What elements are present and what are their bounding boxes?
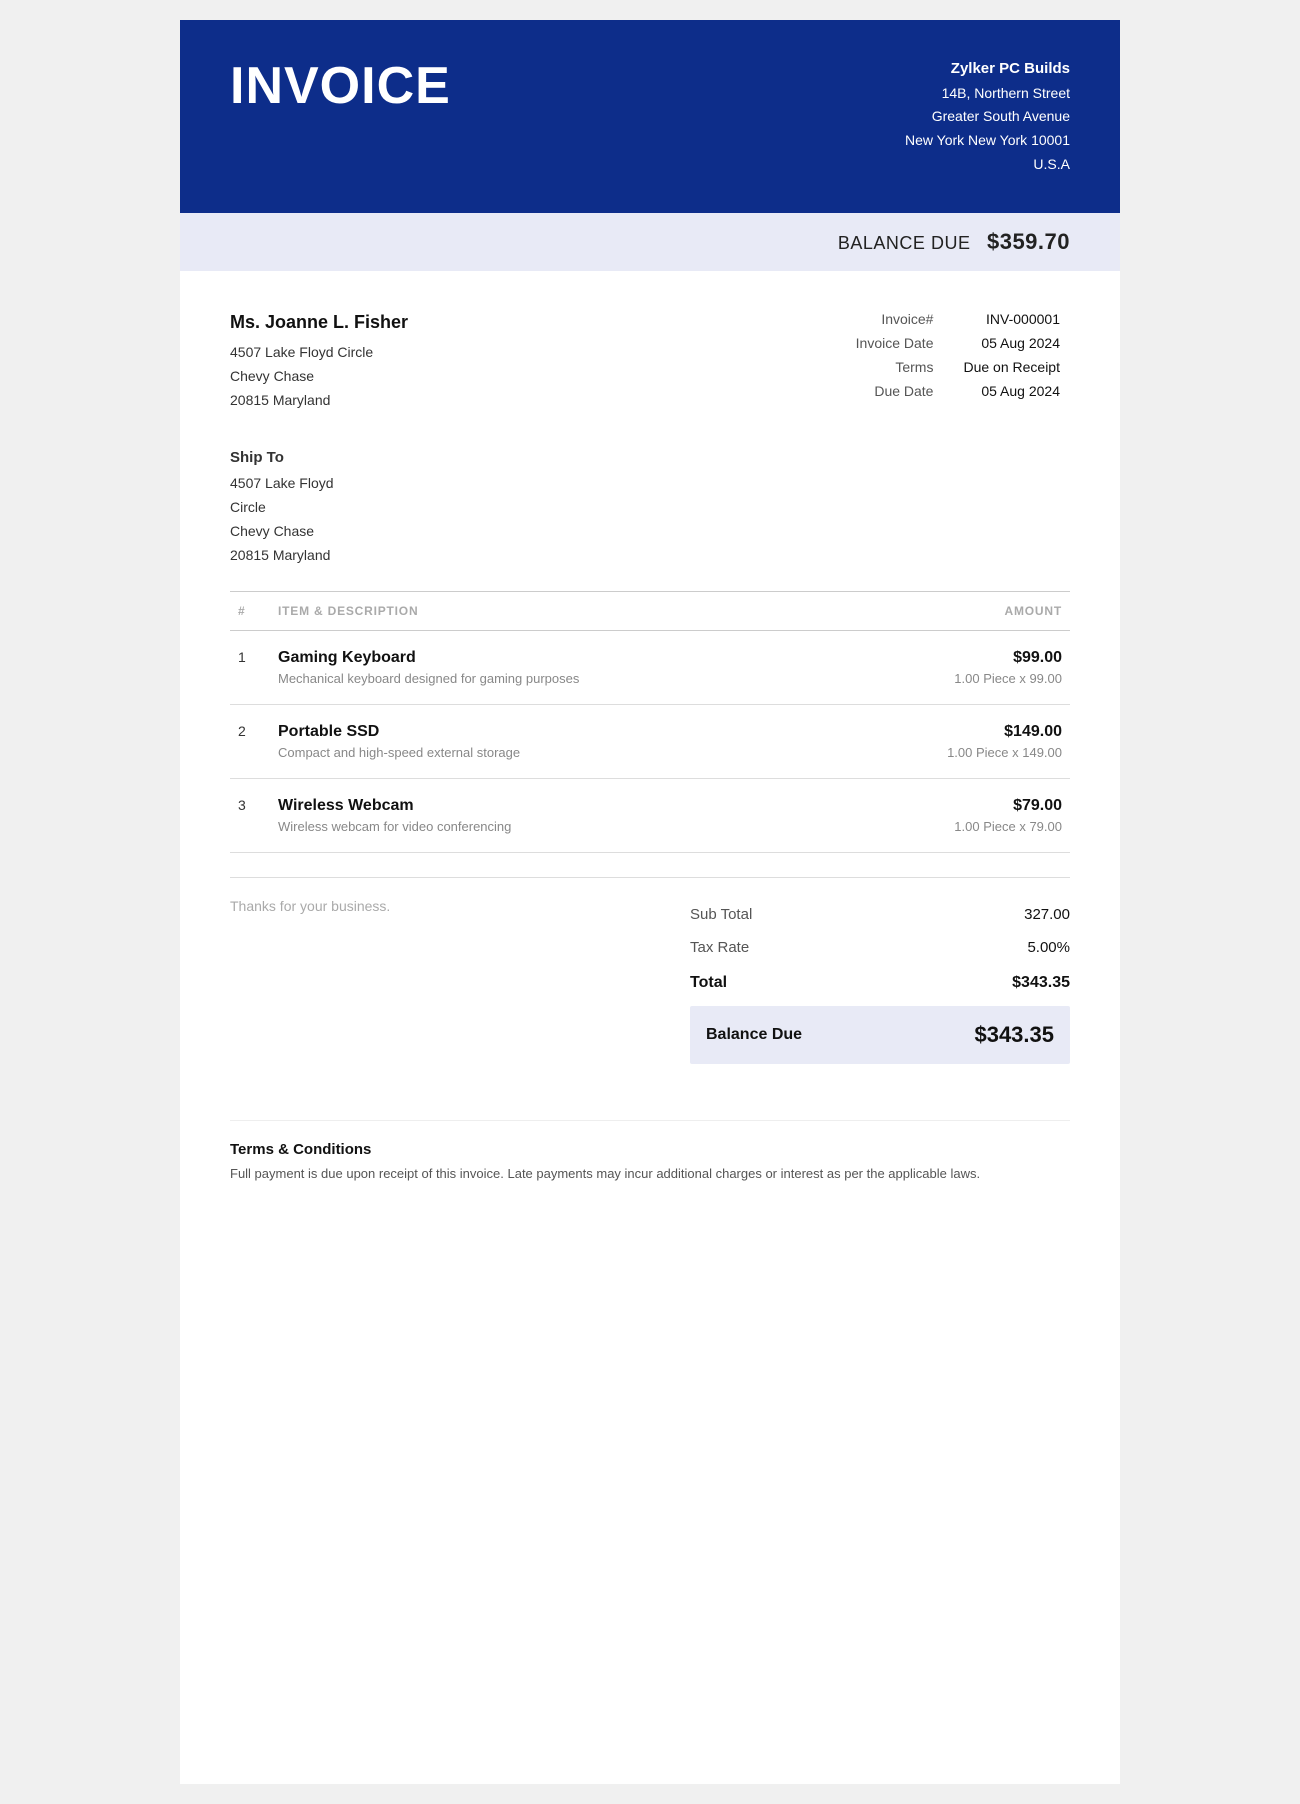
- terms-text: Full payment is due upon receipt of this…: [230, 1164, 1070, 1185]
- total-label: Total: [690, 974, 727, 992]
- balance-banner-label: BALANCE DUE: [838, 233, 971, 253]
- invoice-num-label: Invoice#: [846, 307, 954, 331]
- table-header-row: # ITEM & DESCRIPTION AMOUNT: [230, 592, 1070, 631]
- item-num-3: 3: [230, 779, 270, 853]
- balance-banner: BALANCE DUE $359.70: [180, 213, 1120, 271]
- item-amount-1: $99.00 1.00 Piece x 99.00: [890, 631, 1070, 705]
- items-table: # ITEM & DESCRIPTION AMOUNT 1 Gaming Key…: [230, 591, 1070, 853]
- item-calc-2: 1.00 Piece x 149.00: [898, 745, 1062, 760]
- invoice-date-label: Invoice Date: [846, 331, 954, 355]
- subtotal-label: Sub Total: [690, 906, 752, 923]
- item-price-3: $79.00: [898, 797, 1062, 815]
- billing-name: Ms. Joanne L. Fisher: [230, 307, 408, 338]
- tax-rate-label: Tax Rate: [690, 939, 749, 956]
- totals-section: Sub Total 327.00 Tax Rate 5.00% Total $3…: [690, 898, 1070, 1064]
- ship-to-address-3: Chevy Chase: [230, 520, 1070, 544]
- invoice-meta: Invoice# INV-000001 Invoice Date 05 Aug …: [846, 307, 1070, 413]
- item-amount-3: $79.00 1.00 Piece x 79.00: [890, 779, 1070, 853]
- col-header-num: #: [230, 592, 270, 631]
- col-header-amount: AMOUNT: [890, 592, 1070, 631]
- billing-address-2: Chevy Chase: [230, 365, 408, 389]
- total-row: Total $343.35: [690, 964, 1070, 1002]
- item-price-1: $99.00: [898, 649, 1062, 667]
- item-details-3: Wireless Webcam Wireless webcam for vide…: [270, 779, 890, 853]
- item-name-3: Wireless Webcam: [278, 797, 882, 815]
- item-desc-1: Mechanical keyboard designed for gaming …: [278, 671, 882, 686]
- col-header-item: ITEM & DESCRIPTION: [270, 592, 890, 631]
- balance-due-label: Balance Due: [706, 1026, 802, 1044]
- ship-to-address-4: 20815 Maryland: [230, 544, 1070, 568]
- terms-section: Terms & Conditions Full payment is due u…: [230, 1120, 1070, 1185]
- item-num-2: 2: [230, 705, 270, 779]
- company-address-3: New York New York 10001: [905, 129, 1070, 153]
- meta-terms-row: Terms Due on Receipt: [846, 355, 1070, 379]
- ship-to-label: Ship To: [230, 445, 1070, 471]
- item-amount-2: $149.00 1.00 Piece x 149.00: [890, 705, 1070, 779]
- table-row: 3 Wireless Webcam Wireless webcam for vi…: [230, 779, 1070, 853]
- balance-due-value: $343.35: [974, 1022, 1054, 1048]
- due-date-value: 05 Aug 2024: [953, 379, 1070, 403]
- item-name-1: Gaming Keyboard: [278, 649, 882, 667]
- company-address-4: U.S.A: [905, 153, 1070, 177]
- billing-address-1: 4507 Lake Floyd Circle: [230, 341, 408, 365]
- tax-row: Tax Rate 5.00%: [690, 931, 1070, 964]
- invoice-header: INVOICE Zylker PC Builds 14B, Northern S…: [180, 20, 1120, 213]
- table-row: 2 Portable SSD Compact and high-speed ex…: [230, 705, 1070, 779]
- terms-title: Terms & Conditions: [230, 1141, 1070, 1158]
- ship-to: Ship To 4507 Lake Floyd Circle Chevy Cha…: [230, 445, 1070, 568]
- balance-due-row: Balance Due $343.35: [690, 1006, 1070, 1064]
- thanks-note: Thanks for your business.: [230, 898, 390, 914]
- invoice-title: INVOICE: [230, 56, 451, 116]
- item-desc-2: Compact and high-speed external storage: [278, 745, 882, 760]
- terms-label: Terms: [846, 355, 954, 379]
- meta-due-date-row: Due Date 05 Aug 2024: [846, 379, 1070, 403]
- meta-invoice-date-row: Invoice Date 05 Aug 2024: [846, 331, 1070, 355]
- billing-info: Ms. Joanne L. Fisher 4507 Lake Floyd Cir…: [230, 307, 408, 413]
- item-price-2: $149.00: [898, 723, 1062, 741]
- item-calc-1: 1.00 Piece x 99.00: [898, 671, 1062, 686]
- billing-address-3: 20815 Maryland: [230, 389, 408, 413]
- tax-rate-value: 5.00%: [1027, 939, 1070, 956]
- invoice-body: Ms. Joanne L. Fisher 4507 Lake Floyd Cir…: [180, 271, 1120, 1221]
- company-info: Zylker PC Builds 14B, Northern Street Gr…: [905, 56, 1070, 177]
- item-calc-3: 1.00 Piece x 79.00: [898, 819, 1062, 834]
- subtotal-value: 327.00: [1024, 906, 1070, 923]
- item-num-1: 1: [230, 631, 270, 705]
- footer-section: Thanks for your business. Sub Total 327.…: [230, 877, 1070, 1084]
- invoice-container: INVOICE Zylker PC Builds 14B, Northern S…: [180, 20, 1120, 1784]
- subtotal-row: Sub Total 327.00: [690, 898, 1070, 931]
- meta-invoice-num-row: Invoice# INV-000001: [846, 307, 1070, 331]
- ship-to-address-1: 4507 Lake Floyd: [230, 472, 1070, 496]
- item-details-2: Portable SSD Compact and high-speed exte…: [270, 705, 890, 779]
- company-address-2: Greater South Avenue: [905, 105, 1070, 129]
- item-desc-3: Wireless webcam for video conferencing: [278, 819, 882, 834]
- company-name: Zylker PC Builds: [905, 56, 1070, 82]
- company-address-1: 14B, Northern Street: [905, 82, 1070, 106]
- invoice-date-value: 05 Aug 2024: [953, 331, 1070, 355]
- balance-banner-amount: $359.70: [987, 229, 1070, 254]
- ship-to-address-2: Circle: [230, 496, 1070, 520]
- item-details-1: Gaming Keyboard Mechanical keyboard desi…: [270, 631, 890, 705]
- due-date-label: Due Date: [846, 379, 954, 403]
- item-name-2: Portable SSD: [278, 723, 882, 741]
- top-section: Ms. Joanne L. Fisher 4507 Lake Floyd Cir…: [230, 307, 1070, 413]
- terms-value: Due on Receipt: [953, 355, 1070, 379]
- total-value: $343.35: [1012, 974, 1070, 992]
- invoice-num-value: INV-000001: [953, 307, 1070, 331]
- table-row: 1 Gaming Keyboard Mechanical keyboard de…: [230, 631, 1070, 705]
